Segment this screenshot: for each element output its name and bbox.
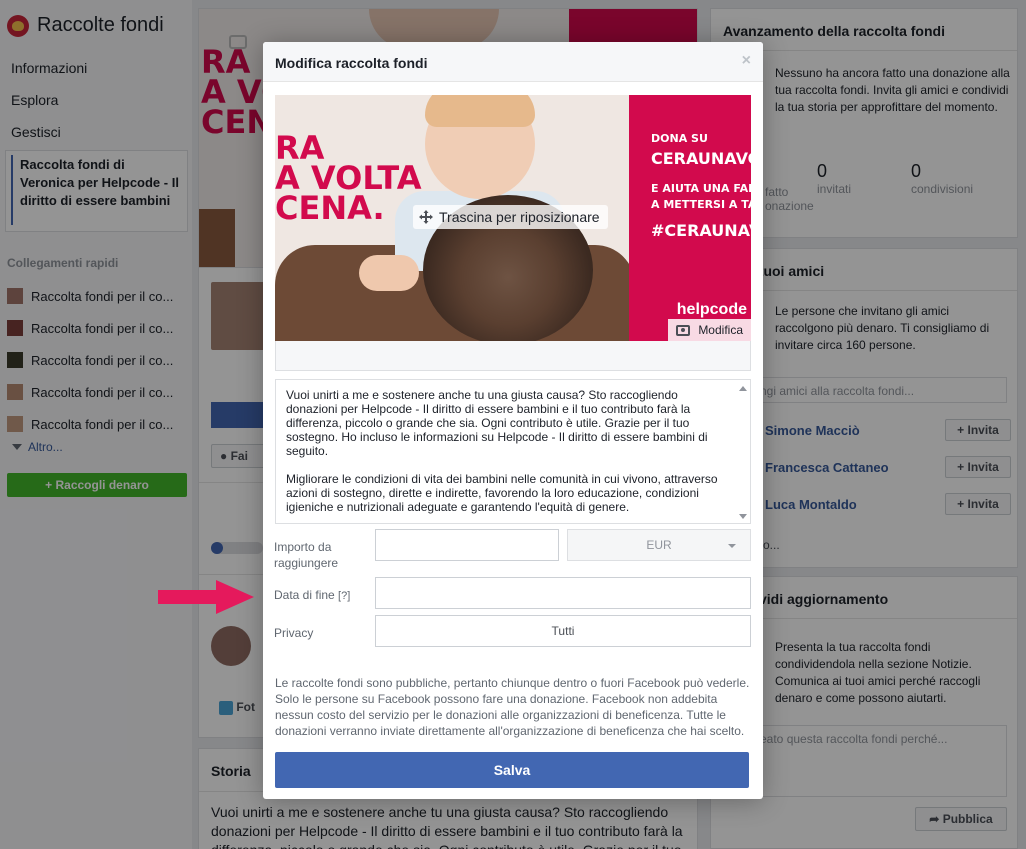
- camera-icon: [676, 324, 691, 336]
- end-date-input[interactable]: [375, 577, 751, 609]
- amount-input[interactable]: [375, 529, 559, 561]
- cover-child-hair: [425, 95, 535, 127]
- privacy-select[interactable]: Tutti: [375, 615, 751, 647]
- end-date-label: Data di fine [?]: [274, 587, 350, 604]
- public-fundraiser-notice: Le raccolte fondi sono pubbliche, pertan…: [275, 676, 750, 738]
- cover-headline: RAA VOLTACENA.: [275, 129, 422, 227]
- cover-photo-editor[interactable]: RAA VOLTACENA. DONA SU CERAUNAVOLTA E AI…: [275, 95, 751, 341]
- edit-cover-label: Modifica: [698, 323, 743, 337]
- edit-fundraiser-dialog: Modifica raccolta fondi × RA A VOLTA CENA.…: [263, 42, 763, 799]
- description-paragraph: Vuoi unirti a me e sostenere anche tu un…: [286, 388, 708, 458]
- chevron-down-icon: [728, 544, 736, 548]
- reposition-hint-label: Trascina per riposizionare: [439, 209, 600, 225]
- cover-panel-text: A METTERSI A TAVOLA C: [651, 198, 751, 211]
- close-icon[interactable]: ×: [742, 52, 751, 70]
- description-paragraph: Migliorare le condizioni di vita dei bam…: [286, 472, 718, 514]
- dialog-header: Modifica raccolta fondi ×: [263, 42, 763, 82]
- dialog-title: Modifica raccolta fondi: [275, 55, 428, 71]
- cover-panel-text: CERAUNAVOLTA: [651, 149, 751, 168]
- cover-panel-hashtag: #CERAUNAVOLT: [651, 221, 751, 240]
- move-icon: [419, 210, 433, 224]
- cover-panel-text: DONA SU: [651, 132, 708, 145]
- privacy-label: Privacy: [274, 626, 314, 640]
- description-scrollbar[interactable]: [738, 384, 748, 519]
- amount-label: Importo da raggiungere: [274, 540, 339, 570]
- save-button[interactable]: Salva: [275, 752, 749, 788]
- description-textarea[interactable]: Vuoi unirti a me e sostenere anche tu un…: [275, 379, 751, 524]
- fundraiser-settings-form: Importo da raggiungere EUR Data di fine …: [267, 525, 759, 659]
- currency-value: EUR: [646, 538, 672, 552]
- annotation-arrow-icon: [158, 580, 254, 614]
- cover-photo-footer: [275, 341, 751, 371]
- edit-cover-button[interactable]: Modifica: [668, 319, 751, 341]
- scroll-down-icon[interactable]: [739, 514, 747, 519]
- helpcode-logo: helpcode: [676, 301, 747, 318]
- end-date-label-text: Data di fine: [274, 588, 335, 602]
- cover-panel-text: E AIUTA UNA FAMIGLIA: [651, 182, 751, 195]
- scroll-up-icon[interactable]: [739, 386, 747, 391]
- currency-select[interactable]: EUR: [567, 529, 751, 561]
- cover-child-hand: [359, 255, 419, 291]
- end-date-help-link[interactable]: [?]: [338, 590, 350, 602]
- reposition-hint[interactable]: Trascina per riposizionare: [413, 205, 608, 229]
